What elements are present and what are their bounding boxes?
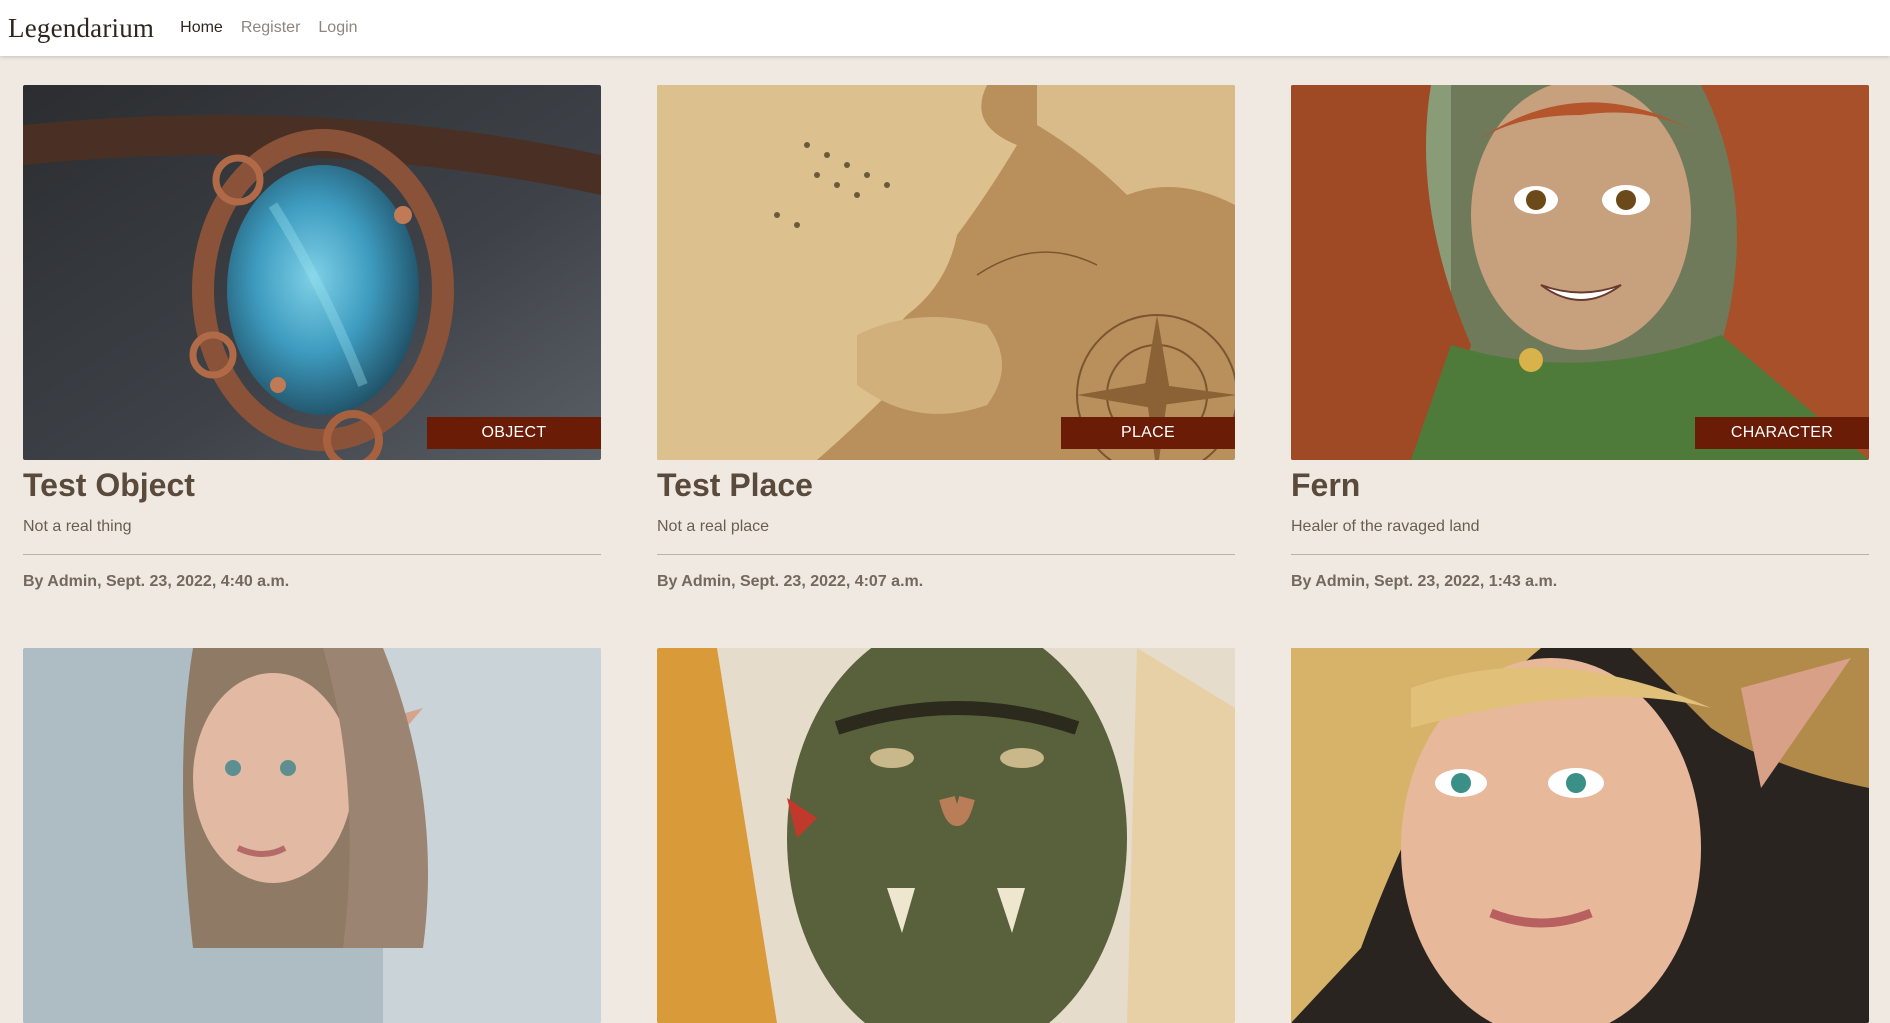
card-subtitle: Healer of the ravaged land xyxy=(1291,518,1480,535)
card-test-object[interactable]: OBJECT Test Object Not a real thing By A… xyxy=(23,85,601,592)
card-subtitle: Not a real place xyxy=(657,518,770,535)
elf-woman-illustration xyxy=(23,648,601,1023)
nav-register-link[interactable]: Register xyxy=(241,19,301,37)
blonde-elf-portrait-image[interactable] xyxy=(1291,648,1869,1023)
card-divider xyxy=(657,554,1235,555)
card-divider xyxy=(1291,554,1869,555)
elf-woman-portrait-image[interactable] xyxy=(23,648,601,1023)
card-type-tag: OBJECT xyxy=(427,417,601,449)
card-elf-woman[interactable] xyxy=(23,648,601,1023)
brand-logo[interactable]: Legendarium xyxy=(8,13,154,44)
map-image[interactable]: PLACE xyxy=(657,85,1235,460)
orc-portrait-image[interactable] xyxy=(657,648,1235,1023)
card-fern[interactable]: CHARACTER Fern Healer of the ravaged lan… xyxy=(1291,85,1869,592)
card-type-tag: CHARACTER xyxy=(1695,417,1869,449)
card-orc[interactable] xyxy=(657,648,1235,1023)
pendant-image[interactable]: OBJECT xyxy=(23,85,601,460)
card-grid: OBJECT Test Object Not a real thing By A… xyxy=(23,85,1869,1023)
card-subtitle: Not a real thing xyxy=(23,518,132,535)
fern-portrait-image[interactable]: CHARACTER xyxy=(1291,85,1869,460)
blonde-elf-illustration xyxy=(1291,648,1869,1023)
card-title[interactable]: Test Object xyxy=(23,466,601,504)
pendant-illustration xyxy=(23,85,601,460)
card-meta: By Admin, Sept. 23, 2022, 1:43 a.m. xyxy=(1291,573,1558,590)
card-divider xyxy=(23,554,601,555)
fern-illustration xyxy=(1291,85,1869,460)
card-meta: By Admin, Sept. 23, 2022, 4:07 a.m. xyxy=(657,573,924,590)
map-illustration xyxy=(657,85,1235,460)
top-navbar: Legendarium Home Register Login xyxy=(0,0,1890,56)
card-meta: By Admin, Sept. 23, 2022, 4:40 a.m. xyxy=(23,573,290,590)
nav-home-link[interactable]: Home xyxy=(180,19,223,37)
card-title[interactable]: Test Place xyxy=(657,466,1235,504)
card-blonde-elf[interactable] xyxy=(1291,648,1869,1023)
card-type-tag: PLACE xyxy=(1061,417,1235,449)
card-test-place[interactable]: PLACE Test Place Not a real place By Adm… xyxy=(657,85,1235,592)
orc-illustration xyxy=(657,648,1235,1023)
card-title[interactable]: Fern xyxy=(1291,466,1869,504)
nav-login-link[interactable]: Login xyxy=(318,19,357,37)
